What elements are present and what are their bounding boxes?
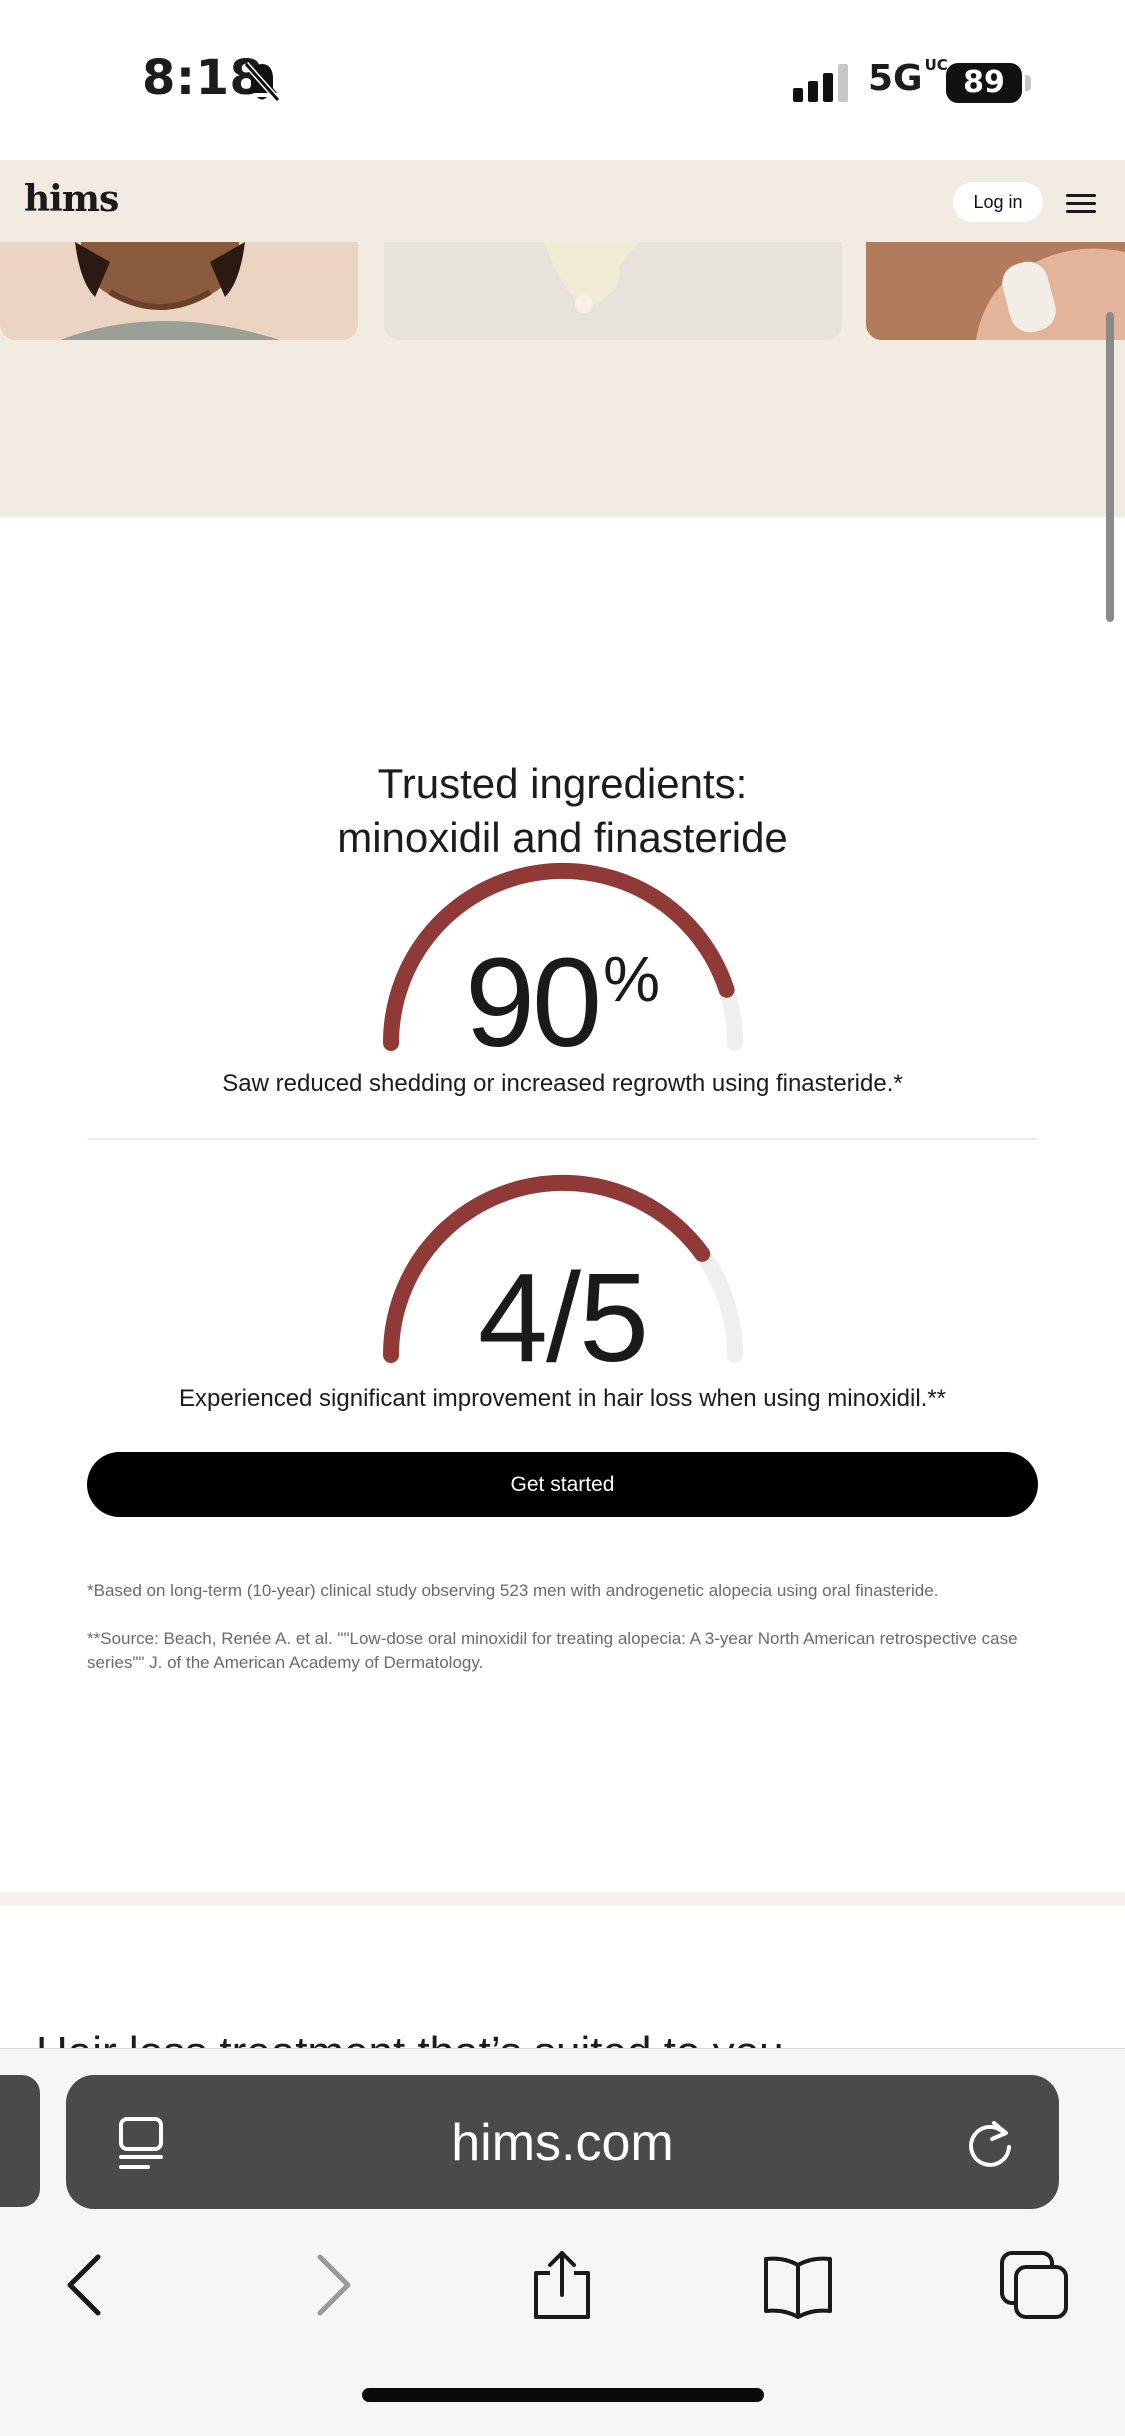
address-bar[interactable]: hims.com [66, 2075, 1059, 2209]
section-title-line2: minoxidil and finasteride [337, 814, 788, 861]
stat-minoxidil-value: 4/5 [0, 1245, 1125, 1390]
next-section-title: Hair loss treatment that’s suited to you [36, 2028, 784, 2048]
section-title-line1: Trusted ingredients: [377, 760, 748, 807]
browser-toolbar: hims.com [0, 2048, 1125, 2436]
get-started-button[interactable]: Get started [87, 1452, 1038, 1517]
stat-finasteride-value: 90% [0, 930, 1125, 1075]
divider [87, 1138, 1038, 1140]
hero-image-product[interactable] [866, 242, 1125, 340]
cellular-signal-icon [793, 64, 848, 102]
bell-slash-icon [243, 62, 281, 102]
forward-icon[interactable] [294, 2249, 366, 2321]
login-button[interactable]: Log in [953, 182, 1043, 222]
network-sub: UC [924, 56, 948, 74]
stat-minoxidil-description: Experienced significant improvement in h… [178, 1385, 947, 1412]
hamburger-icon[interactable] [1066, 194, 1096, 214]
url-text[interactable]: hims.com [66, 2113, 1059, 2173]
network-indicator: 5G UC [868, 56, 948, 100]
next-section-card: Hair loss treatment that’s suited to you [0, 1906, 1125, 2048]
battery-icon: 89 [946, 63, 1022, 103]
previous-tab-preview[interactable] [0, 2075, 40, 2207]
stat-suffix: % [603, 943, 661, 1015]
home-indicator[interactable] [362, 2388, 764, 2402]
back-icon[interactable] [52, 2249, 124, 2321]
site-header: hims Log in [0, 160, 1125, 242]
battery-level: 89 [963, 65, 1005, 100]
bookmarks-icon[interactable] [762, 2249, 834, 2321]
hero-carousel [0, 242, 1125, 517]
section-title: Trusted ingredients: minoxidil and finas… [0, 757, 1125, 865]
reload-icon[interactable] [964, 2115, 1016, 2171]
hero-image-model[interactable] [0, 242, 358, 340]
footnote-minoxidil: **Source: Beach, Renée A. et al. ""Low-d… [87, 1629, 1018, 1672]
section-gap [0, 1892, 1125, 1906]
page-scrollbar[interactable] [1106, 312, 1114, 622]
stat-value: 90 [464, 932, 602, 1073]
network-type: 5G [868, 58, 923, 99]
brand-logo[interactable]: hims [24, 178, 119, 220]
status-bar: 8:18 5G UC 89 [0, 0, 1125, 160]
hero-image-serum[interactable] [384, 242, 842, 340]
tabs-icon[interactable] [998, 2249, 1070, 2321]
share-icon[interactable] [526, 2249, 598, 2321]
stat-value: 4/5 [477, 1247, 649, 1388]
footnote-finasteride: *Based on long-term (10-year) clinical s… [87, 1581, 939, 1600]
stat-finasteride-description: Saw reduced shedding or increased regrow… [222, 1070, 903, 1097]
battery-tip [1025, 75, 1031, 91]
